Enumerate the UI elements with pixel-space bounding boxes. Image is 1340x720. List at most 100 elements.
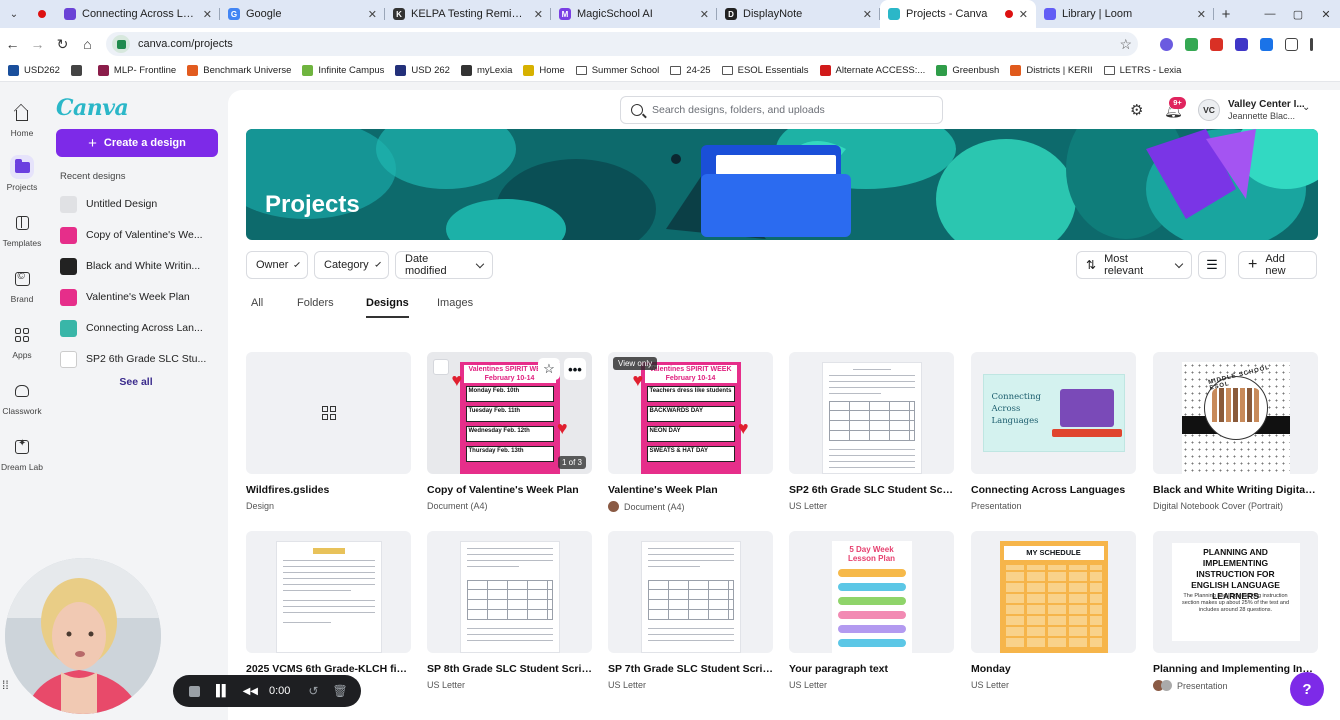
back-arrow-icon[interactable]: ←: [0, 36, 25, 52]
design-card[interactable]: MIDDLE SCHOOL ESOL Black and White Writi…: [1153, 352, 1318, 511]
reload-icon[interactable]: ↻: [50, 36, 75, 53]
design-card[interactable]: MY SCHEDULE Monday US Letter: [971, 531, 1136, 690]
extension-icon[interactable]: [1210, 37, 1223, 51]
add-new-button[interactable]: + Add new: [1238, 251, 1317, 279]
design-thumbnail[interactable]: MY SCHEDULE: [971, 531, 1136, 653]
extension-icon[interactable]: [1185, 37, 1198, 51]
puzzle-icon[interactable]: [1285, 37, 1298, 51]
design-thumbnail[interactable]: [246, 531, 411, 653]
bookmark-item[interactable]: Alternate ACCESS:...: [819, 65, 925, 76]
design-title[interactable]: Monday: [971, 663, 1136, 675]
recent-design-item[interactable]: Valentine's Week Plan: [60, 284, 220, 310]
browser-tab[interactable]: Projects - Canva ✕: [880, 0, 1036, 28]
close-tab-icon[interactable]: ✕: [203, 8, 212, 21]
close-tab-icon[interactable]: ✕: [534, 8, 543, 21]
pause-icon[interactable]: ▌▌: [216, 685, 230, 697]
tab-search-chevron-icon[interactable]: ⌄: [0, 0, 28, 28]
url-text[interactable]: canva.com/projects: [138, 38, 1119, 50]
close-tab-icon[interactable]: ✕: [1197, 8, 1206, 21]
bookmark-item[interactable]: Infinite Campus: [302, 65, 384, 76]
bookmark-item[interactable]: myLexia: [460, 65, 512, 76]
help-button[interactable]: ?: [1290, 672, 1324, 706]
extension-icon[interactable]: [1235, 37, 1248, 51]
browser-menu-icon[interactable]: [1310, 37, 1313, 51]
recent-design-item[interactable]: Copy of Valentine's We...: [60, 222, 220, 248]
bookmark-item[interactable]: Districts | KERII: [1010, 65, 1093, 76]
design-title[interactable]: Your paragraph text: [789, 663, 954, 675]
tab-all[interactable]: All: [251, 297, 263, 316]
bookmark-item[interactable]: Summer School: [575, 65, 659, 76]
rail-item-projects[interactable]: Projects: [0, 155, 44, 192]
design-title[interactable]: SP 8th Grade SLC Student Scrip...: [427, 663, 592, 675]
recent-design-item[interactable]: SP2 6th Grade SLC Stu...: [60, 346, 220, 372]
close-tab-icon[interactable]: ✕: [1019, 8, 1028, 21]
design-card[interactable]: SP 8th Grade SLC Student Scrip... US Let…: [427, 531, 592, 690]
design-thumbnail[interactable]: 5 Day Week Lesson Plan: [789, 531, 954, 653]
settings-gear-icon[interactable]: ⚙: [1130, 101, 1143, 119]
rewind-icon[interactable]: ◀◀: [243, 686, 258, 697]
browser-tab[interactable]: K KELPA Testing Reminder ✕: [385, 0, 551, 28]
design-thumbnail[interactable]: [608, 531, 773, 653]
forward-arrow-icon[interactable]: →: [25, 36, 50, 52]
rail-item-apps[interactable]: Apps: [0, 323, 44, 360]
search-bar[interactable]: [620, 96, 943, 124]
account-avatar[interactable]: VC: [1198, 99, 1220, 121]
design-title[interactable]: Valentine's Week Plan: [608, 484, 773, 496]
account-chevron-down-icon[interactable]: ⌄: [1302, 102, 1310, 113]
tab-folders[interactable]: Folders: [297, 297, 334, 316]
browser-tab[interactable]: G Google ✕: [220, 0, 385, 28]
category-filter-dropdown[interactable]: Category: [314, 251, 389, 279]
design-card[interactable]: PLANNING AND IMPLEMENTING INSTRUCTION FO…: [1153, 531, 1318, 691]
design-title[interactable]: SP2 6th Grade SLC Student Scri...: [789, 484, 954, 496]
bookmark-item[interactable]: ESOL Essentials: [721, 65, 809, 76]
bookmark-item[interactable]: USD 262: [395, 65, 450, 76]
maximize-icon[interactable]: ▢: [1284, 8, 1312, 21]
rail-item-brand[interactable]: Brand: [0, 267, 44, 304]
canva-logo[interactable]: Canva: [56, 95, 129, 121]
list-view-icon[interactable]: ☰: [1198, 251, 1226, 279]
design-card[interactable]: 5 Day Week Lesson Plan Your paragraph te…: [789, 531, 954, 690]
tab-images[interactable]: Images: [437, 297, 473, 316]
design-card[interactable]: SP 7th Grade SLC Student Script... US Le…: [608, 531, 773, 690]
design-card[interactable]: SP2 6th Grade SLC Student Scri... US Let…: [789, 352, 954, 511]
rail-item-home[interactable]: Home: [0, 101, 44, 138]
design-thumbnail[interactable]: [427, 531, 592, 653]
bookmark-item[interactable]: Home: [523, 65, 565, 76]
account-user[interactable]: Jeannette Blac...: [1228, 111, 1295, 121]
design-thumbnail[interactable]: Valentines SPIRIT WEEK February 10-14 Mon…: [427, 352, 592, 474]
design-title[interactable]: Connecting Across Languages: [971, 484, 1136, 496]
bookmark-item[interactable]: LETRS - Lexia: [1103, 65, 1181, 76]
design-thumbnail[interactable]: MIDDLE SCHOOL ESOL: [1153, 352, 1318, 474]
close-tab-icon[interactable]: ✕: [863, 8, 872, 21]
recent-design-item[interactable]: Untitled Design: [60, 191, 220, 217]
extension-icon[interactable]: [1260, 37, 1273, 51]
design-card[interactable]: 2025 VCMS 6th Grade-KLCH fiel...: [246, 531, 411, 675]
design-title[interactable]: Copy of Valentine's Week Plan: [427, 484, 592, 496]
design-title[interactable]: Wildfires.gslides: [246, 484, 411, 496]
recent-design-item[interactable]: Connecting Across Lan...: [60, 315, 220, 341]
close-tab-icon[interactable]: ✕: [368, 8, 377, 21]
star-favorite-icon[interactable]: ☆: [538, 358, 560, 380]
design-title[interactable]: SP 7th Grade SLC Student Script...: [608, 663, 773, 675]
tab-designs[interactable]: Designs: [366, 297, 409, 318]
design-thumbnail[interactable]: [246, 352, 411, 474]
account-name[interactable]: Valley Center I...: [1228, 99, 1305, 110]
see-all-link[interactable]: See all: [44, 376, 228, 388]
design-title[interactable]: Planning and Implementing Inst...: [1153, 663, 1318, 675]
select-checkbox[interactable]: [433, 359, 449, 375]
browser-tab[interactable]: Connecting Across Language ✕: [56, 0, 220, 28]
design-card[interactable]: Connecting Across Languages Connecting A…: [971, 352, 1136, 511]
close-window-icon[interactable]: ✕: [1312, 8, 1340, 21]
rail-item-templates[interactable]: Templates: [0, 211, 44, 248]
browser-tab[interactable]: D DisplayNote ✕: [717, 0, 880, 28]
close-tab-icon[interactable]: ✕: [700, 8, 709, 21]
webcam-bubble[interactable]: [5, 558, 161, 714]
date-modified-dropdown[interactable]: Date modified: [395, 251, 493, 279]
drag-handle-icon[interactable]: ⁞⁞: [2, 678, 9, 692]
design-thumbnail[interactable]: [789, 352, 954, 474]
browser-tab[interactable]: Library | Loom ✕: [1036, 0, 1214, 28]
browser-tab[interactable]: M MagicSchool AI ✕: [551, 0, 717, 28]
extension-icon[interactable]: [1160, 37, 1173, 51]
restart-icon[interactable]: ↺: [308, 684, 318, 698]
rail-item-dream-lab[interactable]: Dream Lab: [0, 435, 44, 472]
